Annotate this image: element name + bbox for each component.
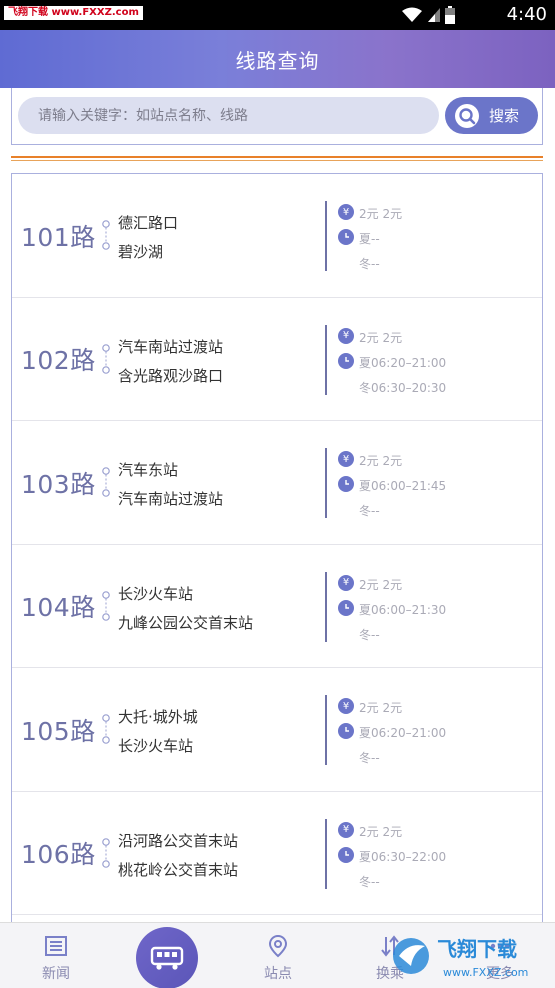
yuan-icon: ¥: [338, 327, 354, 344]
fare-text: 2元 2元: [359, 207, 403, 221]
route-separator: [325, 571, 327, 642]
fare-text: 2元 2元: [359, 577, 403, 592]
yuan-icon: ¥: [338, 451, 354, 467]
winter-hours: 冬--: [359, 874, 380, 889]
stops-connector-icon: [102, 343, 110, 374]
yuan-icon: ¥: [338, 574, 354, 591]
summer-hours: 夏06:20–21:00: [359, 726, 447, 740]
start-stop: 沿河路公交首末站: [118, 831, 239, 850]
search-button-label: 搜索: [489, 107, 520, 125]
clock-icon: [338, 723, 354, 739]
winter-hours: 冬--: [359, 751, 380, 765]
status-watermark: 飞翔下载 www.FXXZ.com: [4, 6, 143, 20]
clock-icon: [338, 476, 354, 492]
route-number: 103路: [21, 469, 96, 499]
route-number: 106路: [21, 840, 96, 870]
wifi-icon: [402, 7, 422, 22]
summer-hours: 夏06:20–21:00: [359, 355, 447, 370]
stops-connector-icon: [102, 590, 110, 621]
search-button[interactable]: 搜索: [445, 97, 538, 134]
nav-bus-lines[interactable]: [136, 927, 198, 988]
fare-text: 2元 2元: [359, 824, 403, 839]
location-pin-icon: [268, 934, 288, 958]
fare-text: 2元 2元: [359, 701, 403, 715]
route-number: 101路: [21, 222, 96, 252]
end-stop: 含光路观沙路口: [118, 366, 224, 385]
orange-divider: [11, 156, 543, 161]
nav-news-label: 新闻: [42, 966, 70, 982]
nav-stations[interactable]: 站点: [238, 933, 318, 983]
end-stop: 桃花岭公交首末站: [118, 860, 239, 879]
search-icon: [455, 103, 479, 128]
end-stop: 长沙火车站: [118, 737, 194, 755]
search-bar: 搜索: [11, 88, 543, 145]
route-list[interactable]: 101路 德汇路口 碧沙湖 ¥ 2元 2元 夏-- 冬-- 102路 汽车南站过…: [11, 173, 543, 923]
summer-hours: 夏06:30–22:00: [359, 849, 447, 864]
start-stop: 汽车东站: [118, 461, 179, 479]
status-clock: 4:40: [506, 4, 547, 25]
yuan-icon: ¥: [338, 204, 354, 220]
route-item[interactable]: 105路 大托·城外城 长沙火车站 ¥ 2元 2元 夏06:20–21:00 冬…: [12, 668, 542, 792]
nav-news[interactable]: 新闻: [16, 933, 96, 983]
route-item[interactable]: 101路 德汇路口 碧沙湖 ¥ 2元 2元 夏-- 冬--: [12, 174, 542, 298]
summer-hours: 夏06:00–21:45: [359, 479, 447, 493]
end-stop: 碧沙湖: [118, 243, 164, 261]
route-separator: [325, 818, 327, 889]
app-header: 线路查询: [0, 30, 555, 88]
end-stop: 九峰公园公交首末站: [118, 613, 254, 632]
nav-stations-label: 站点: [264, 966, 292, 982]
yuan-icon: ¥: [338, 698, 354, 714]
yuan-icon: ¥: [338, 821, 354, 838]
news-icon: [45, 936, 67, 956]
clock-icon: [338, 352, 354, 369]
stops-connector-icon: [102, 837, 110, 868]
route-number: 102路: [21, 346, 96, 376]
end-stop: 汽车南站过渡站: [118, 490, 224, 508]
route-item[interactable]: 106路 沿河路公交首末站 桃花岭公交首末站 ¥ 2元 2元 夏06:30–22…: [12, 792, 542, 915]
start-stop: 汽车南站过渡站: [118, 337, 224, 356]
start-stop: 长沙火车站: [118, 584, 194, 603]
winter-hours: 冬06:30–20:30: [359, 380, 447, 395]
route-number: 105路: [21, 716, 96, 746]
bus-icon: [150, 946, 184, 970]
route-separator: [325, 201, 327, 271]
route-item[interactable]: 103路 汽车东站 汽车南站过渡站 ¥ 2元 2元 夏06:00–21:45 冬…: [12, 421, 542, 545]
fare-text: 2元 2元: [359, 454, 403, 468]
summer-hours: 夏06:00–21:30: [359, 602, 447, 617]
signal-icon: [428, 8, 440, 22]
route-item[interactable]: 102路 汽车南站过渡站 含光路观沙路口 ¥ 2元 2元 夏06:20–21:0…: [12, 298, 542, 421]
winter-hours: 冬--: [359, 504, 380, 518]
status-bar: 飞翔下载 www.FXXZ.com 4:40: [0, 0, 555, 30]
stops-connector-icon: [102, 467, 110, 497]
watermark-title: 飞翔下载: [437, 937, 517, 961]
route-item[interactable]: 104路 长沙火车站 九峰公园公交首末站 ¥ 2元 2元 夏06:00–21:3…: [12, 545, 542, 668]
watermark-url: www.FXXZ.com: [443, 966, 528, 979]
search-input[interactable]: [18, 97, 439, 134]
site-watermark-logo: 飞翔下载 www.FXXZ.com: [393, 937, 528, 979]
clock-icon: [338, 846, 354, 863]
summer-hours: 夏--: [359, 232, 380, 246]
route-number: 104路: [21, 593, 96, 623]
start-stop: 德汇路口: [118, 214, 179, 232]
battery-icon: [445, 6, 455, 24]
winter-hours: 冬--: [359, 627, 380, 642]
status-icons: [401, 6, 455, 24]
stops-connector-icon: [102, 220, 110, 250]
stops-connector-icon: [102, 714, 110, 744]
start-stop: 大托·城外城: [118, 708, 198, 726]
winter-hours: 冬--: [359, 257, 380, 271]
page-title: 线路查询: [235, 48, 320, 73]
route-separator: [325, 448, 327, 518]
fare-text: 2元 2元: [359, 330, 403, 345]
clock-icon: [338, 229, 354, 245]
clock-icon: [338, 599, 354, 616]
route-separator: [325, 695, 327, 765]
route-separator: [325, 324, 327, 395]
